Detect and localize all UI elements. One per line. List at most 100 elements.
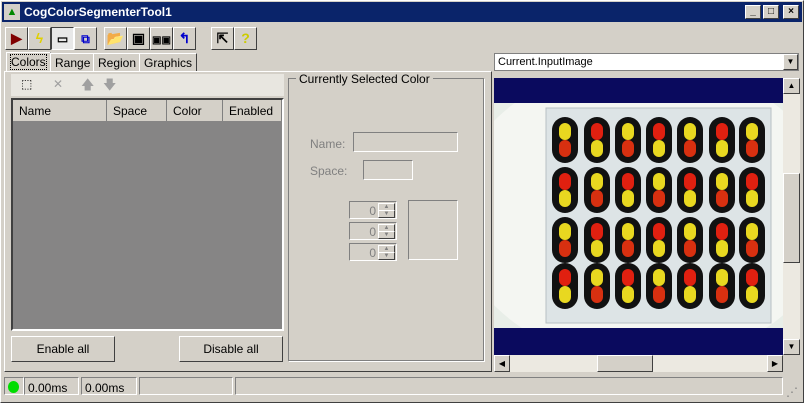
maximize-button[interactable]: □ xyxy=(763,5,779,19)
column-space[interactable]: Space xyxy=(107,100,167,121)
chevron-down-icon[interactable]: ▼ xyxy=(783,54,798,70)
capsule xyxy=(646,263,672,309)
help-icon: ? xyxy=(241,30,250,46)
channel-1-spinner[interactable]: 0 ▲ ▼ xyxy=(349,201,397,219)
app-icon: ▲ xyxy=(4,4,20,20)
image-selector[interactable]: Current.InputImage ▼ xyxy=(494,53,799,71)
capsule xyxy=(709,263,735,309)
windows-icon: ⧉ xyxy=(81,32,90,46)
folder-open-icon: 📂 xyxy=(106,30,125,46)
help-button[interactable]: ? xyxy=(234,27,257,50)
minimize-button[interactable]: _ xyxy=(745,5,761,19)
capsule xyxy=(646,117,672,163)
scroll-up-icon[interactable]: ▲ xyxy=(783,78,800,94)
lightning-icon: ϟ xyxy=(35,30,44,46)
vertical-scroll-thumb[interactable] xyxy=(783,173,800,263)
horizontal-scroll-thumb[interactable] xyxy=(597,355,653,372)
channel-2-spinner[interactable]: 0 ▲ ▼ xyxy=(349,222,397,240)
capsule xyxy=(615,263,641,309)
capsule xyxy=(739,117,765,163)
capsule xyxy=(677,167,703,213)
save-as-button[interactable]: ▣▣ xyxy=(150,27,173,50)
tab-region[interactable]: Region xyxy=(93,53,142,71)
tab-graphics[interactable]: Graphics xyxy=(139,53,198,71)
capsule xyxy=(709,217,735,263)
capsule xyxy=(552,263,578,309)
channel-3-spinner[interactable]: 0 ▲ ▼ xyxy=(349,243,397,261)
capsule xyxy=(584,263,610,309)
capsule xyxy=(584,167,610,213)
pointer-ruler-icon: ⇱ xyxy=(216,30,229,46)
status-indicator xyxy=(4,377,24,395)
capsule xyxy=(584,217,610,263)
floppy-pair-icon: ▣▣ xyxy=(152,35,171,46)
capsule xyxy=(552,217,578,263)
capsule xyxy=(552,167,578,213)
name-label: Name: xyxy=(310,137,346,151)
resize-grip-icon[interactable]: ⋰ xyxy=(786,385,798,399)
name-field[interactable] xyxy=(353,132,458,152)
reset-button[interactable]: ↰ xyxy=(173,27,196,50)
move-down-icon[interactable]: 🡇 xyxy=(103,76,116,98)
spin-down-icon[interactable]: ▼ xyxy=(378,210,395,218)
status-time-2: 0.00ms xyxy=(81,377,137,395)
status-pane-3 xyxy=(139,377,233,395)
list-toolbar: ⬚ ✕ 🡅 🡇 xyxy=(11,74,284,96)
space-label: Space: xyxy=(310,164,348,178)
run-button[interactable]: ▶ xyxy=(5,27,28,50)
capsule xyxy=(552,117,578,163)
group-title: Currently Selected Color xyxy=(296,72,433,86)
vertical-scrollbar[interactable]: ▲ ▼ xyxy=(783,78,800,355)
capsule xyxy=(646,217,672,263)
capsule xyxy=(709,167,735,213)
capsule xyxy=(739,263,765,309)
capsule xyxy=(709,117,735,163)
capsule xyxy=(677,263,703,309)
capsule xyxy=(677,217,703,263)
close-button[interactable]: × xyxy=(783,5,799,19)
horizontal-scrollbar[interactable]: ◀ ▶ xyxy=(494,355,783,372)
tab-range[interactable]: Range xyxy=(50,53,96,71)
input-image xyxy=(494,103,783,328)
spin-down-icon[interactable]: ▼ xyxy=(378,252,395,260)
color-swatch xyxy=(408,200,458,260)
capsule xyxy=(739,217,765,263)
enable-all-button[interactable]: Enable all xyxy=(11,336,115,362)
column-name[interactable]: Name xyxy=(13,100,107,121)
spin-down-icon[interactable]: ▼ xyxy=(378,231,395,239)
capsule xyxy=(739,167,765,213)
floating-window-button[interactable]: ⧉ xyxy=(74,27,97,50)
column-color[interactable]: Color xyxy=(167,100,223,121)
floppy-icon: ▣ xyxy=(131,30,146,46)
window-icon: ▭ xyxy=(56,32,69,46)
column-enabled[interactable]: Enabled xyxy=(223,100,282,121)
capsule xyxy=(677,117,703,163)
play-icon: ▶ xyxy=(11,30,22,46)
capsule xyxy=(615,117,641,163)
status-time-1: 0.00ms xyxy=(24,377,79,395)
open-button[interactable]: 📂 xyxy=(104,27,127,50)
capsule xyxy=(615,167,641,213)
capsule xyxy=(584,117,610,163)
capsule xyxy=(646,167,672,213)
scroll-left-icon[interactable]: ◀ xyxy=(494,355,510,372)
capsule xyxy=(615,217,641,263)
pointer-button[interactable]: ⇱ xyxy=(211,27,234,50)
move-up-icon[interactable]: 🡅 xyxy=(81,76,94,98)
disable-all-button[interactable]: Disable all xyxy=(179,336,283,362)
colors-list[interactable] xyxy=(11,98,284,331)
add-color-icon[interactable]: ⬚ xyxy=(21,77,32,91)
show-properties-button[interactable]: ▭ xyxy=(51,27,74,50)
reset-arrow-icon: ↰ xyxy=(178,30,191,46)
tab-colors[interactable]: Colors xyxy=(6,52,51,72)
delete-icon[interactable]: ✕ xyxy=(53,77,63,91)
image-display[interactable] xyxy=(494,78,783,355)
save-button[interactable]: ▣ xyxy=(127,27,150,50)
scroll-down-icon[interactable]: ▼ xyxy=(783,339,800,355)
scroll-right-icon[interactable]: ▶ xyxy=(767,355,783,372)
space-field[interactable] xyxy=(363,160,413,180)
title-bar: ▲ CogColorSegmenterTool1 _ □ × xyxy=(2,2,802,22)
window-title: CogColorSegmenterTool1 xyxy=(24,5,172,19)
electric-button[interactable]: ϟ xyxy=(28,27,51,50)
status-led-icon xyxy=(8,381,19,393)
